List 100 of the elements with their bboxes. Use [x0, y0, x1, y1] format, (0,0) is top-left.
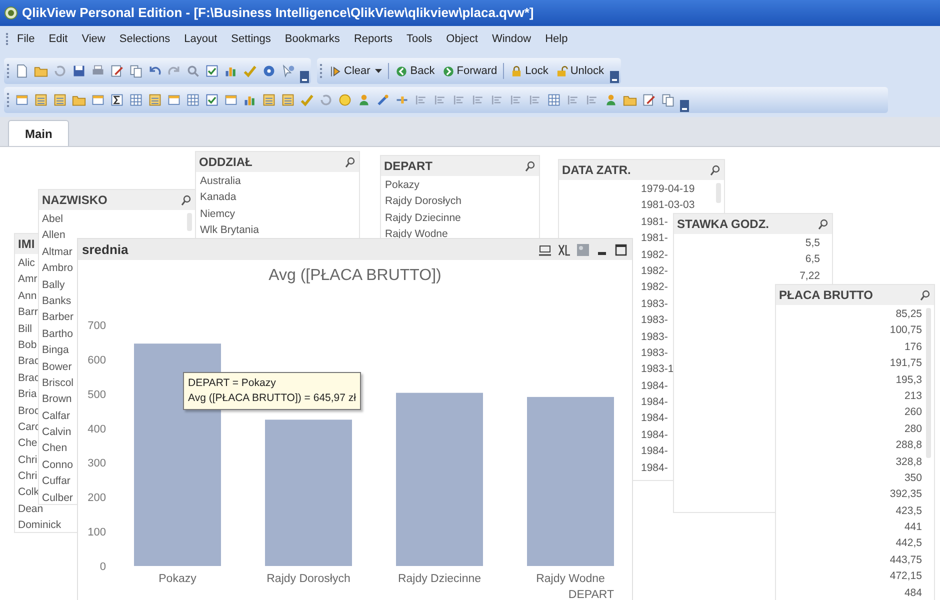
list-item[interactable]: Allen [42, 227, 66, 244]
list-item[interactable]: Dean [18, 500, 44, 518]
list-item[interactable]: 5,5 [805, 235, 820, 252]
list-item[interactable]: Brac [18, 370, 40, 386]
list-item[interactable]: Kanada [200, 189, 236, 206]
list-item[interactable]: Rajdy Wodne [385, 226, 448, 243]
list-item[interactable]: Bally [42, 276, 65, 293]
list-item[interactable]: 350 [904, 470, 922, 486]
list-item[interactable]: Rajdy Dziecinne [385, 210, 461, 226]
menu-item[interactable]: View [76, 30, 112, 48]
list-item[interactable]: 1981- [641, 214, 668, 230]
list-item[interactable]: 1984- [641, 426, 668, 444]
list-item[interactable]: Ann [18, 288, 37, 304]
list-item[interactable]: Bartho [42, 326, 73, 342]
list-item[interactable]: 260 [904, 404, 922, 421]
list-item[interactable]: Chri [18, 468, 38, 484]
list-item[interactable]: Chen [42, 440, 68, 457]
menu-item[interactable]: File [11, 30, 41, 48]
list-item[interactable]: 1984- [641, 378, 668, 394]
toolbar-button[interactable]: Forward [440, 62, 498, 80]
list-item[interactable]: 213 [904, 388, 922, 404]
list-item[interactable]: 443,75 [890, 552, 922, 568]
list-item[interactable]: 472,15 [890, 568, 922, 585]
list-item[interactable]: Brac [18, 353, 40, 370]
list-item[interactable]: 85,25 [896, 306, 922, 322]
list-item[interactable]: Calfar [42, 408, 70, 424]
list-item[interactable]: Culber [42, 490, 73, 506]
list-item[interactable]: Bill [18, 320, 32, 337]
list-item[interactable]: Amr [18, 271, 38, 288]
toolbar-button[interactable]: Clear [328, 62, 384, 80]
list-item[interactable]: Barr [18, 304, 38, 321]
toolbar-button[interactable]: Lock [509, 62, 550, 80]
list-item[interactable]: 280 [904, 420, 922, 438]
list-item[interactable]: Dominick [18, 517, 62, 534]
list-item[interactable]: 328,8 [896, 454, 922, 470]
list-item[interactable]: Che [18, 435, 38, 452]
list-item[interactable]: Binga [42, 342, 69, 359]
list-item[interactable]: Altmar [42, 244, 72, 260]
list-item[interactable]: 100,75 [890, 322, 922, 339]
list-item[interactable]: 1984- [641, 394, 668, 410]
list-item[interactable]: 1979-04-19 [641, 181, 695, 198]
list-item[interactable]: 176 [904, 338, 922, 356]
list-item[interactable]: Bower [42, 358, 72, 375]
toolbar-button[interactable]: Unlock [554, 62, 605, 80]
list-item[interactable]: 1982- [641, 279, 668, 296]
list-item[interactable]: Abel [42, 211, 64, 228]
list-item[interactable]: 1982- [641, 262, 668, 280]
menu-item[interactable]: Settings [225, 30, 277, 48]
list-item[interactable]: 6,5 [805, 251, 820, 268]
list-item[interactable]: 1981-03-03 [641, 197, 695, 214]
list-item[interactable]: Australia [200, 173, 241, 190]
menu-item[interactable]: Reports [348, 30, 398, 48]
list-item[interactable]: 442,5 [896, 535, 922, 552]
list-item[interactable]: Bob [18, 336, 37, 354]
list-item[interactable]: Ambro [42, 260, 73, 277]
list-item[interactable]: 1982- [641, 246, 668, 263]
list-item[interactable]: Briscol [42, 374, 74, 392]
list-item[interactable]: Chri [18, 452, 38, 468]
menu-item[interactable]: Layout [178, 30, 224, 48]
list-item[interactable]: 1983- [641, 344, 668, 362]
list-item[interactable]: Wlk Brytania [200, 222, 259, 239]
list-item[interactable]: 484 [904, 584, 922, 600]
list-item[interactable]: Pokazy [385, 177, 420, 194]
list-item[interactable]: 1983- [641, 312, 668, 329]
list-item[interactable]: Colk [18, 484, 40, 501]
list-item[interactable]: Brown [42, 391, 72, 408]
list-item[interactable]: Cuffar [42, 473, 70, 490]
list-item[interactable]: 7,22 [800, 268, 820, 284]
list-box-title: STAWKA GODZ. [677, 216, 769, 233]
list-item[interactable]: Rajdy Dorosłych [385, 193, 462, 210]
menu-item[interactable]: Object [440, 30, 484, 48]
toolbar-button[interactable]: Back [394, 62, 436, 80]
menu-item[interactable]: Window [486, 30, 538, 48]
list-item[interactable]: 1983- [641, 328, 668, 345]
menu-item[interactable]: Selections [113, 30, 176, 48]
menu-item[interactable]: Edit [42, 30, 74, 48]
list-item[interactable]: 1983- [641, 296, 668, 312]
list-item[interactable]: Barber [42, 309, 74, 326]
menu-item[interactable]: Tools [400, 30, 438, 48]
list-item[interactable]: 1984- [641, 410, 668, 427]
sheet-tab[interactable]: Main [8, 120, 70, 146]
list-item[interactable]: 441 [904, 519, 922, 536]
menu-item[interactable]: Help [539, 30, 574, 48]
list-item[interactable]: 1983-1 [641, 361, 674, 378]
menu-item[interactable]: Bookmarks [278, 30, 346, 48]
list-item[interactable]: 191,75 [890, 355, 922, 372]
list-item[interactable]: 1984- [641, 443, 668, 460]
list-item[interactable]: Conno [42, 456, 73, 474]
list-item[interactable]: Broc [18, 402, 40, 419]
list-item[interactable]: 1984- [641, 460, 668, 476]
list-item[interactable]: Niemcy [200, 206, 236, 222]
list-item[interactable]: Alic [18, 255, 35, 272]
list-item[interactable]: Banks [42, 292, 72, 310]
list-item[interactable]: 195,3 [896, 372, 922, 388]
list-item[interactable]: Bria [18, 386, 37, 403]
list-item[interactable]: 1981- [641, 230, 668, 247]
list-item[interactable]: 288,8 [896, 437, 922, 454]
list-item[interactable]: 423,5 [896, 502, 922, 520]
list-item[interactable]: Calvin [42, 424, 72, 440]
list-item[interactable]: 392,35 [890, 486, 922, 503]
